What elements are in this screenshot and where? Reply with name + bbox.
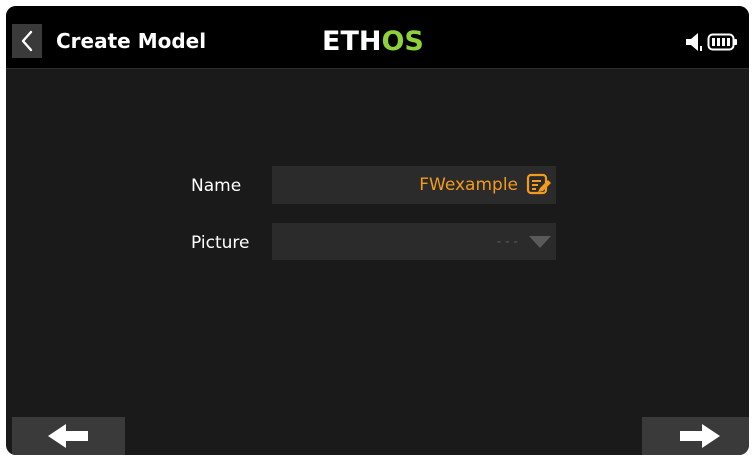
- dropdown-triangle-icon[interactable]: [528, 235, 552, 249]
- name-label: Name: [191, 176, 242, 196]
- chevron-left-icon: [21, 30, 33, 52]
- edit-icon[interactable]: [526, 173, 552, 197]
- picture-field[interactable]: ---: [272, 223, 556, 260]
- status-icons: [685, 28, 739, 56]
- battery-icon[interactable]: [707, 32, 739, 52]
- previous-button[interactable]: [12, 417, 125, 455]
- header-bar: Create Model ETH OS: [6, 6, 749, 69]
- arrow-left-icon: [47, 424, 88, 448]
- screen: Create Model ETH OS Name FWexample Pictu…: [6, 6, 749, 455]
- arrow-right-icon: [679, 424, 720, 448]
- back-button[interactable]: [12, 24, 42, 58]
- picture-value: ---: [494, 233, 520, 250]
- next-button[interactable]: [642, 417, 749, 455]
- logo-text-eth: ETH: [322, 25, 382, 57]
- ethos-logo: ETH OS: [322, 25, 424, 57]
- picture-label: Picture: [191, 233, 250, 253]
- name-field[interactable]: FWexample: [272, 166, 556, 204]
- page-title: Create Model: [56, 29, 207, 53]
- speaker-icon[interactable]: [685, 32, 703, 52]
- name-value: FWexample: [419, 175, 518, 195]
- logo-text-os: OS: [381, 25, 424, 57]
